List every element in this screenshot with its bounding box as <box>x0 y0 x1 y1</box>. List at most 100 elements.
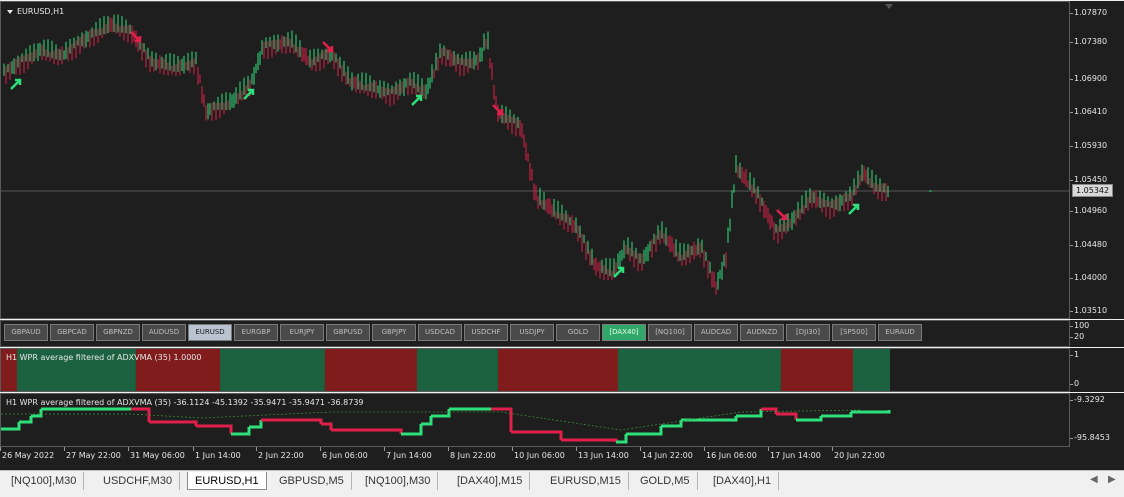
wpr-line-segment <box>661 420 683 428</box>
symbol-button-euraud[interactable]: EURAUD <box>878 324 922 341</box>
symbol-button-dax40[interactable]: [DAX40] <box>602 324 646 341</box>
indicator2-axis: -9.3292 -95.8453 <box>1070 393 1124 447</box>
arrow-up-icon <box>243 88 255 100</box>
chart-tab[interactable]: GBPUSD,M5 <box>272 472 352 490</box>
indicator1-axis: 1 0 <box>1069 348 1124 392</box>
symbol-button-row: GBPAUD GBPCAD GBPNZD AUDUSD EURUSD EURGBP EURJ… <box>4 324 922 341</box>
time-label: 13 Jun 14:00 <box>576 447 629 460</box>
arrow-up-icon <box>848 203 860 215</box>
symbol-button-gbpnzd[interactable]: GBPNZD <box>96 324 140 341</box>
time-label: 31 May 06:00 <box>128 447 185 460</box>
symbol-button-usdchf[interactable]: USDCHF <box>464 324 508 341</box>
price-axis[interactable]: 1.07870 1.07380 1.06900 1.06410 1.05930 1.054… <box>1069 1 1124 319</box>
scroll-marker-icon <box>885 4 893 9</box>
time-label: 16 Jun 06:00 <box>704 447 757 460</box>
wpr-line-segment <box>491 407 513 432</box>
symbol-button-eurusd[interactable]: EURUSD <box>188 324 232 341</box>
price-tick: 1.04000 <box>1069 273 1108 282</box>
wpr-line-segment <box>821 412 853 418</box>
wpr-line-segment <box>249 420 263 429</box>
price-tick: 1.05450 <box>1069 175 1108 184</box>
wpr-line-segment <box>31 409 43 418</box>
time-label: 27 May 22:00 <box>64 447 121 460</box>
indicator1-pane[interactable]: H1 WPR average filtered of ADXVMA (35) 1… <box>0 348 1070 392</box>
indicator2-pane[interactable]: H1 WPR average filtered of ADXVMA (35) -… <box>0 393 1070 447</box>
axis-tick: 1 <box>1069 350 1080 359</box>
price-tick: 1.07380 <box>1069 37 1108 46</box>
indicator2-label: H1 WPR average filtered of ADXVMA (35) -… <box>6 398 364 407</box>
wpr-line-segment <box>149 420 198 426</box>
time-label: 2 Jun 22:00 <box>256 447 304 460</box>
chart-tab[interactable]: EURUSD,H1 <box>187 472 267 490</box>
price-tick: 1.04960 <box>1069 206 1108 215</box>
time-label: 17 Jun 14:00 <box>768 447 821 460</box>
chart-tab[interactable]: GOLD,M5 <box>633 472 698 490</box>
arrow-up-icon <box>411 94 423 106</box>
wpr-line-segment <box>681 416 738 422</box>
wpr-line-segment <box>776 412 798 420</box>
chart-tab[interactable]: [DAX40],H1 <box>706 472 780 490</box>
axis-tick: -95.8453 <box>1070 433 1110 442</box>
symbol-button-gbpaud[interactable]: GBPAUD <box>4 324 48 341</box>
wpr-line-segment <box>561 438 618 442</box>
symbol-button-eurgbp[interactable]: EURGBP <box>234 324 278 341</box>
wpr-line-segment <box>401 424 423 436</box>
chart-tab[interactable]: EURUSD,M15 <box>543 472 629 490</box>
chart-tab[interactable]: [DAX40],M15 <box>450 472 531 490</box>
wpr-line-segment <box>1 422 21 431</box>
price-chart-pane[interactable]: EURUSD,H1 <box>0 1 1070 319</box>
time-label: 10 Jun 06:00 <box>512 447 565 460</box>
arrow-up-icon <box>613 266 625 278</box>
symbol-button-gbpusd[interactable]: GBPUSD <box>326 324 370 341</box>
wpr-line-segment <box>796 416 823 422</box>
symbol-button-usdjpy[interactable]: USDJPY <box>510 324 554 341</box>
symbol-button-audcad[interactable]: AUDCAD <box>694 324 738 341</box>
wpr-line-segment <box>431 409 451 418</box>
symbol-button-dji30[interactable]: [DJI30] <box>786 324 830 341</box>
symbol-button-audusd[interactable]: AUDUSD <box>142 324 186 341</box>
symbol-button-gbpjpy[interactable]: GBPJPY <box>372 324 416 341</box>
button-pane-axis: 100 20 <box>1069 320 1124 347</box>
time-label: 7 Jun 14:00 <box>384 447 432 460</box>
symbol-button-eurjpy[interactable]: EURJPY <box>280 324 324 341</box>
wpr-line-segment <box>19 416 33 424</box>
symbol-buttons-pane: GBPAUD GBPCAD GBPNZD AUDUSD EURUSD EURGBP EURJ… <box>0 320 1070 347</box>
scroll-left-icon[interactable]: ◀ <box>1090 474 1098 485</box>
histogram-block <box>853 349 890 391</box>
arrow-up-icon <box>10 78 22 90</box>
axis-tick: 100 <box>1069 321 1090 330</box>
time-label: 20 Jun 22:00 <box>832 447 885 460</box>
current-price-tag: 1.05342 <box>1072 184 1114 197</box>
wpr-line-segment <box>626 426 663 436</box>
price-tick: 1.07870 <box>1069 8 1108 17</box>
chart-tab[interactable]: [NQ100],M30 <box>358 472 439 490</box>
symbol-button-sp500[interactable]: [SP500] <box>832 324 876 341</box>
time-label: 26 May 2022 <box>0 447 55 460</box>
axis-tick: -9.3292 <box>1070 395 1105 404</box>
symbol-button-nq100[interactable]: [NQ100] <box>648 324 692 341</box>
time-label: 8 Jun 22:00 <box>448 447 496 460</box>
wpr-line-segment <box>616 434 628 444</box>
wpr-line-segment <box>131 407 151 422</box>
symbol-button-audnzd[interactable]: AUDNZD <box>740 324 784 341</box>
chart-tab[interactable]: USDCHF,M30 <box>96 472 181 490</box>
wpr-line-segment <box>261 418 323 424</box>
symbol-button-gbpcad[interactable]: GBPCAD <box>50 324 94 341</box>
symbol-title-text: EURUSD,H1 <box>17 7 65 16</box>
time-label: 1 Jun 14:00 <box>193 447 241 460</box>
symbol-button-gold[interactable]: GOLD <box>556 324 600 341</box>
time-axis[interactable]: 26 May 2022 27 May 22:00 31 May 06:00 1 Jun… <box>0 447 1124 470</box>
axis-tick: 0 <box>1069 379 1080 388</box>
scroll-right-icon[interactable]: ▶ <box>1108 474 1116 485</box>
chart-symbol-title[interactable]: EURUSD,H1 <box>7 7 64 16</box>
chevron-down-icon[interactable] <box>7 9 13 14</box>
wpr-line-segment <box>196 424 233 434</box>
wpr-line-segment <box>851 410 891 414</box>
wpr-line-segment <box>321 422 333 430</box>
histogram-block <box>618 349 781 391</box>
price-tick: 1.05930 <box>1069 141 1108 150</box>
arrow-down-icon <box>776 209 788 221</box>
chart-tab[interactable]: [NQ100],M30 <box>4 472 85 490</box>
symbol-button-usdcad[interactable]: USDCAD <box>418 324 462 341</box>
wpr-line-segment <box>231 427 251 436</box>
